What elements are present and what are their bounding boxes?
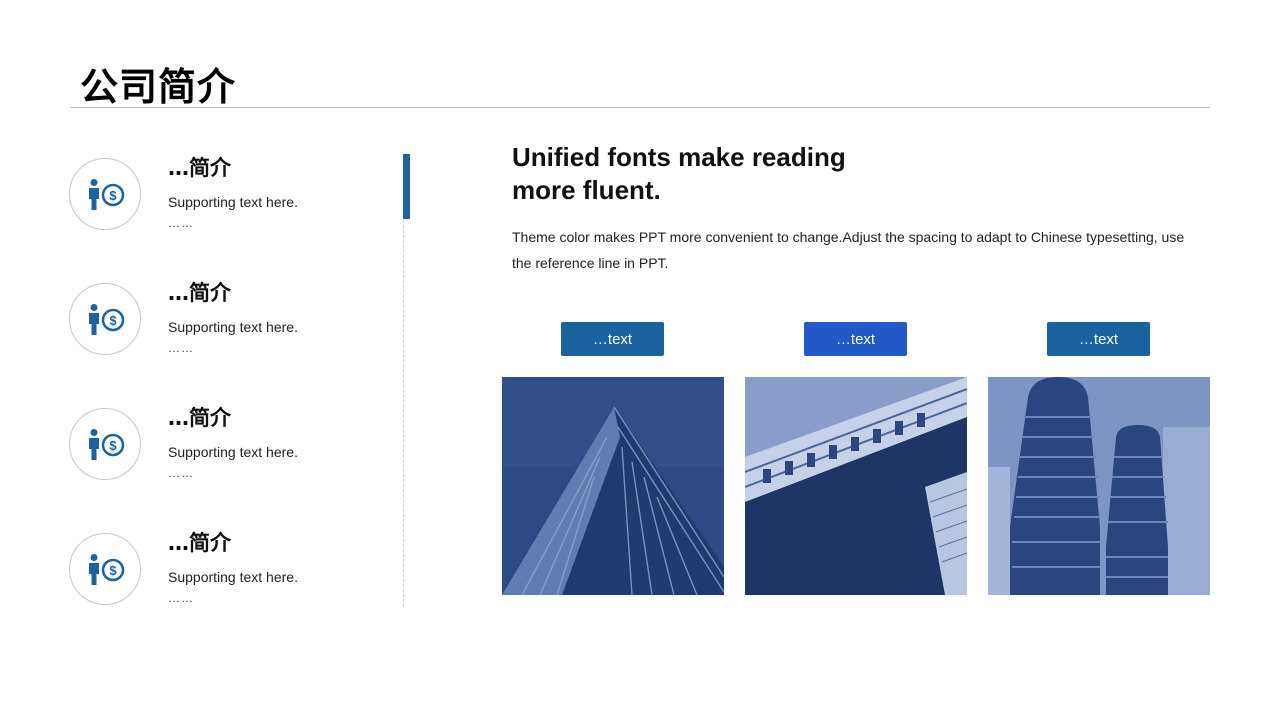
svg-text:$: $	[109, 438, 117, 453]
feature-icon-circle: $	[69, 533, 141, 605]
title-rule	[71, 107, 1210, 108]
feature-item: $ …简介 Supporting text here. ……	[68, 156, 398, 248]
person-dollar-icon: $	[89, 304, 125, 335]
feature-item: $ …简介 Supporting text here. ……	[68, 281, 398, 373]
photo-building-2	[745, 377, 967, 595]
feature-dots: ……	[168, 591, 194, 605]
feature-icon-circle: $	[69, 158, 141, 230]
person-dollar-icon: $	[89, 179, 125, 210]
tag-button-1[interactable]: …text	[561, 322, 664, 356]
divider-accent-bar	[403, 154, 410, 219]
feature-dots: ……	[168, 466, 194, 480]
feature-text: Supporting text here.	[168, 194, 298, 210]
photo-building-1	[502, 377, 724, 595]
headline: Unified fonts make reading more fluent.	[512, 142, 846, 205]
body-paragraph: Theme color makes PPT more convenient to…	[512, 229, 1185, 271]
feature-dots: ……	[168, 216, 194, 230]
person-dollar-icon: $	[89, 554, 125, 585]
feature-title: …简介	[168, 156, 231, 180]
feature-dots: ……	[168, 341, 194, 355]
svg-text:$: $	[109, 563, 117, 578]
page-title: 公司简介	[80, 65, 237, 109]
vertical-divider	[403, 155, 404, 607]
tag-button-3[interactable]: …text	[1047, 322, 1150, 356]
tag-button-2[interactable]: …text	[804, 322, 907, 356]
feature-text: Supporting text here.	[168, 444, 298, 460]
feature-title: …简介	[168, 406, 231, 430]
feature-title: …简介	[168, 281, 231, 305]
feature-icon-circle: $	[69, 408, 141, 480]
feature-icon-circle: $	[69, 283, 141, 355]
feature-text: Supporting text here.	[168, 569, 298, 585]
feature-text: Supporting text here.	[168, 319, 298, 335]
feature-title: …简介	[168, 531, 231, 555]
feature-item: $ …简介 Supporting text here. ……	[68, 531, 398, 623]
svg-text:$: $	[109, 188, 117, 203]
feature-item: $ …简介 Supporting text here. ……	[68, 406, 398, 498]
photo-building-3	[988, 377, 1210, 595]
person-dollar-icon: $	[89, 429, 125, 460]
svg-text:$: $	[109, 313, 117, 328]
